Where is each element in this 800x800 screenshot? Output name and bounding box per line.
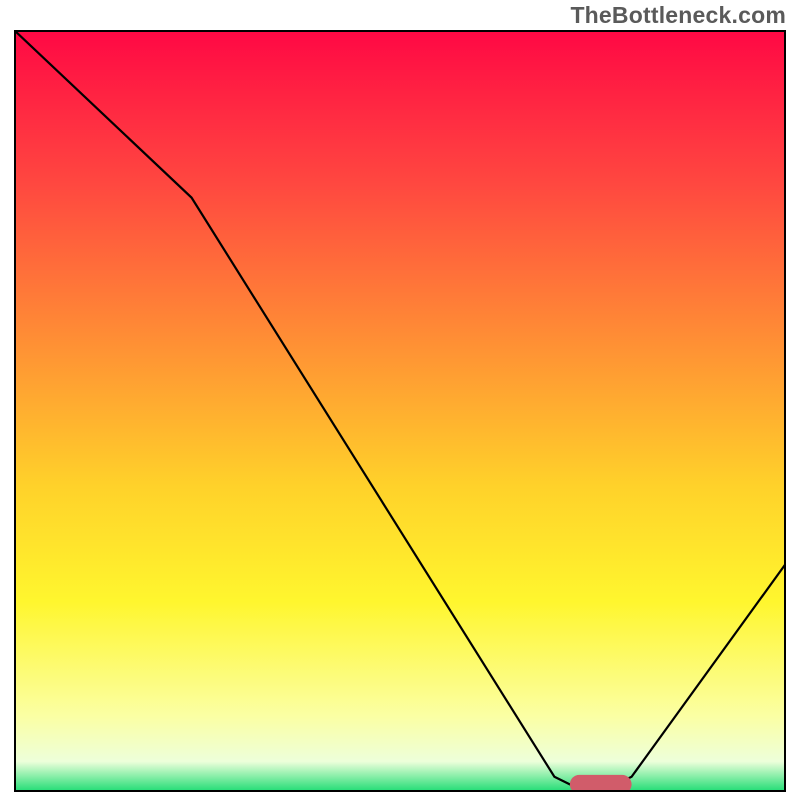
highlight-marker [570, 775, 632, 792]
gradient-background [14, 30, 786, 792]
chart-container: TheBottleneck.com [0, 0, 800, 800]
watermark-text: TheBottleneck.com [570, 2, 786, 29]
bottleneck-chart [14, 30, 786, 792]
